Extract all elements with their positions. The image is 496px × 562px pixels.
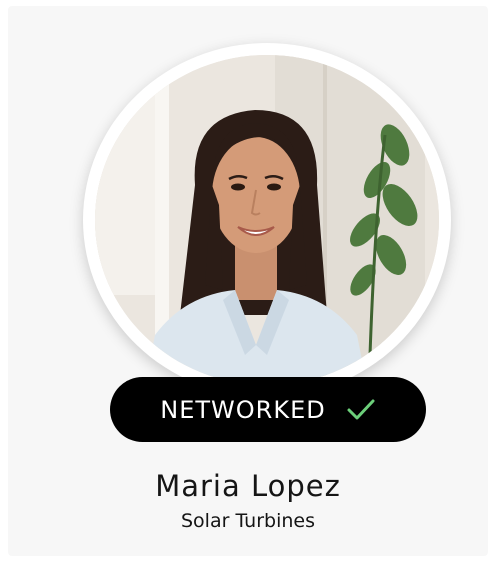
status-label: NETWORKED [160,395,326,424]
networked-status-badge: NETWORKED [110,377,426,442]
avatar [95,55,439,385]
profile-name: Maria Lopez [155,469,341,503]
profile-company: Solar Turbines [180,510,315,532]
avatar-photo [95,55,439,385]
check-icon [346,398,376,422]
